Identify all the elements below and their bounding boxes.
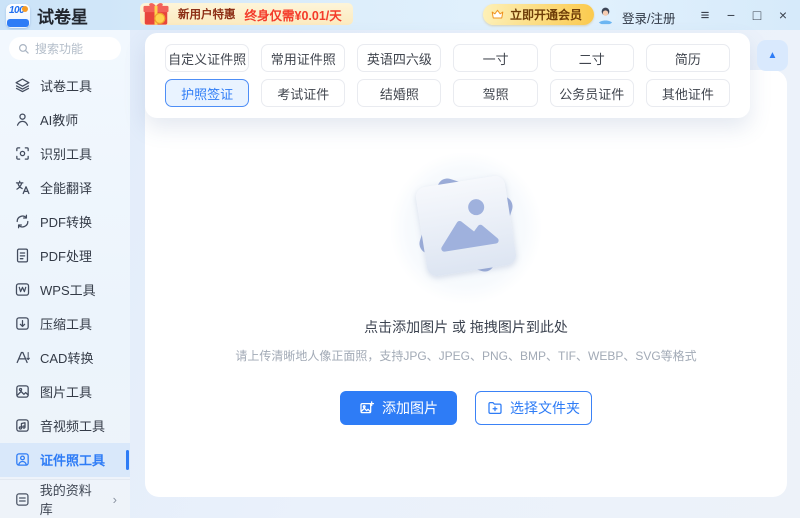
sidebar-item-label: WPS工具	[40, 283, 96, 298]
crown-icon	[491, 9, 504, 19]
title-bar: 100 试卷星 新用户特惠 终身仅需¥0.01/天 立即开通会员 登录/注册 ≡…	[0, 0, 800, 30]
app-title: 试卷星	[37, 8, 88, 27]
sidebar-item-label: 图片工具	[40, 385, 93, 401]
tab-exam-credential[interactable]: 考试证件	[261, 79, 346, 107]
tab-civil-servant[interactable]: 公务员证件	[549, 79, 634, 107]
sidebar-item-label: PDF转换	[40, 214, 93, 230]
app-logo: 100 试卷星	[6, 3, 88, 28]
image-placeholder-icon	[391, 153, 541, 303]
app-logo-icon: 100	[6, 3, 30, 28]
sidebar-item-wps-tools[interactable]: WPS工具	[0, 272, 130, 306]
gift-icon	[143, 3, 169, 25]
tab-driver-license[interactable]: 驾照	[453, 79, 538, 107]
search-icon	[19, 44, 29, 54]
pdf-process-icon	[16, 248, 29, 263]
promo-price: 终身仅需¥0.01/天	[244, 8, 342, 23]
image-tools-icon	[16, 385, 29, 399]
sidebar-item-my-library[interactable]: 我的资料库 ›	[0, 480, 130, 518]
sidebar-item-id-photo-tools[interactable]: 证件照工具	[0, 442, 130, 477]
media-tools-icon	[16, 419, 29, 433]
add-image-icon	[360, 401, 375, 414]
id-photo-icon	[16, 453, 29, 467]
sidebar-item-pdf-process[interactable]: PDF处理	[0, 238, 130, 272]
compress-icon	[16, 317, 29, 330]
tab-cet[interactable]: 英语四六级	[357, 44, 442, 72]
minimize-button[interactable]: −	[718, 2, 744, 28]
sidebar-item-ai-teacher[interactable]: AI教师	[0, 102, 130, 136]
sidebar-item-label: 音视频工具	[40, 419, 106, 435]
search-input[interactable]	[35, 41, 113, 56]
sidebar-item-label: 压缩工具	[40, 317, 93, 333]
sidebar-item-media-tools[interactable]: 音视频工具	[0, 409, 130, 443]
window-controls: ≡ − □ ×	[692, 2, 796, 28]
cad-convert-icon	[16, 352, 30, 364]
collapse-panel-button[interactable]: ▲	[757, 40, 788, 71]
add-image-button[interactable]: 添加图片	[340, 391, 457, 425]
sidebar-item-image-tools[interactable]: 图片工具	[0, 375, 130, 409]
sidebar-item-compress-tools[interactable]: 压缩工具	[0, 307, 130, 341]
tab-two-inch[interactable]: 二寸	[549, 44, 634, 72]
chevron-right-icon: ›	[112, 491, 117, 507]
sidebar-item-label: 我的资料库	[39, 483, 92, 517]
app-window: 100 试卷星 新用户特惠 终身仅需¥0.01/天 立即开通会员 登录/注册 ≡…	[0, 0, 800, 518]
sidebar: 试卷工具 AI教师 识别工具 全能翻译 PDF转换 PDF处理	[0, 30, 130, 518]
translate-icon	[15, 180, 30, 194]
sidebar-item-label: 证件照工具	[40, 453, 106, 469]
sidebar-item-translate[interactable]: 全能翻译	[0, 170, 130, 204]
sidebar-item-label: CAD转换	[40, 351, 94, 367]
layers-icon	[15, 78, 30, 92]
upload-hint: 请上传清晰地人像正面照，支持JPG、JPEG、PNG、BMP、TIF、WEBP、…	[235, 349, 697, 363]
sidebar-search[interactable]	[9, 37, 121, 60]
login-register-link[interactable]: 登录/注册	[622, 8, 675, 27]
new-user-promo-banner[interactable]: 新用户特惠 终身仅需¥0.01/天	[140, 3, 353, 25]
maximize-button[interactable]: □	[744, 2, 770, 28]
active-indicator	[126, 449, 129, 470]
recognize-icon	[16, 146, 29, 160]
logo-swirl-icon	[22, 5, 28, 12]
upload-dropzone[interactable]: 点击添加图片 或 拖拽图片到此处 请上传清晰地人像正面照，支持JPG、JPEG、…	[145, 70, 787, 497]
select-folder-label: 选择文件夹	[510, 400, 580, 416]
add-image-label: 添加图片	[382, 400, 438, 416]
tab-marriage-photo[interactable]: 结婚照	[357, 79, 442, 107]
membership-button-label: 立即开通会员	[510, 8, 583, 22]
placeholder-front-square	[414, 174, 518, 278]
tab-resume[interactable]: 简历	[645, 44, 730, 72]
category-dropdown-panel: 自定义证件照 常用证件照 英语四六级 一寸 二寸 简历 护照签证 考试证件 结婚…	[145, 33, 750, 118]
promo-title: 新用户特惠	[178, 9, 236, 21]
avatar-icon	[595, 4, 616, 25]
ai-teacher-icon	[16, 113, 29, 126]
sidebar-item-label: 识别工具	[40, 146, 93, 162]
sidebar-item-exam-tools[interactable]: 试卷工具	[0, 68, 130, 102]
sidebar-item-label: 全能翻译	[40, 180, 93, 196]
tab-passport-visa[interactable]: 护照签证	[165, 79, 250, 107]
menu-icon[interactable]: ≡	[692, 2, 718, 28]
placeholder-photo-glyph	[441, 199, 499, 252]
library-icon	[16, 492, 29, 506]
sidebar-item-label: AI教师	[40, 112, 79, 128]
sidebar-item-cad-convert[interactable]: CAD转换	[0, 341, 130, 375]
user-avatar[interactable]	[595, 4, 616, 25]
sidebar-item-label: PDF处理	[40, 248, 93, 264]
folder-add-icon	[488, 402, 502, 414]
sidebar-item-recognize-tools[interactable]: 识别工具	[0, 136, 130, 170]
main-area: 点击添加图片 或 拖拽图片到此处 请上传清晰地人像正面照，支持JPG、JPEG、…	[130, 30, 800, 518]
triangle-up-icon: ▲	[767, 50, 778, 61]
tab-common-id-photo[interactable]: 常用证件照	[261, 44, 346, 72]
tab-one-inch[interactable]: 一寸	[453, 44, 538, 72]
upload-actions: 添加图片 选择文件夹	[145, 391, 787, 425]
upload-card: 点击添加图片 或 拖拽图片到此处 请上传清晰地人像正面照，支持JPG、JPEG、…	[145, 70, 787, 497]
wps-icon	[15, 283, 30, 296]
select-folder-button[interactable]: 选择文件夹	[475, 391, 592, 425]
tab-custom-id-photo[interactable]: 自定义证件照	[165, 44, 250, 72]
close-button[interactable]: ×	[770, 2, 796, 28]
sidebar-item-pdf-convert[interactable]: PDF转换	[0, 204, 130, 238]
upload-title: 点击添加图片 或 拖拽图片到此处	[364, 319, 568, 335]
logo-ribbon	[7, 18, 29, 27]
sidebar-nav: 试卷工具 AI教师 识别工具 全能翻译 PDF转换 PDF处理 WPS工具 压缩…	[0, 65, 130, 477]
tab-other-credential[interactable]: 其他证件	[645, 79, 730, 107]
open-membership-button[interactable]: 立即开通会员	[483, 4, 595, 25]
pdf-convert-icon	[16, 214, 29, 229]
sidebar-item-label: 试卷工具	[40, 78, 93, 94]
